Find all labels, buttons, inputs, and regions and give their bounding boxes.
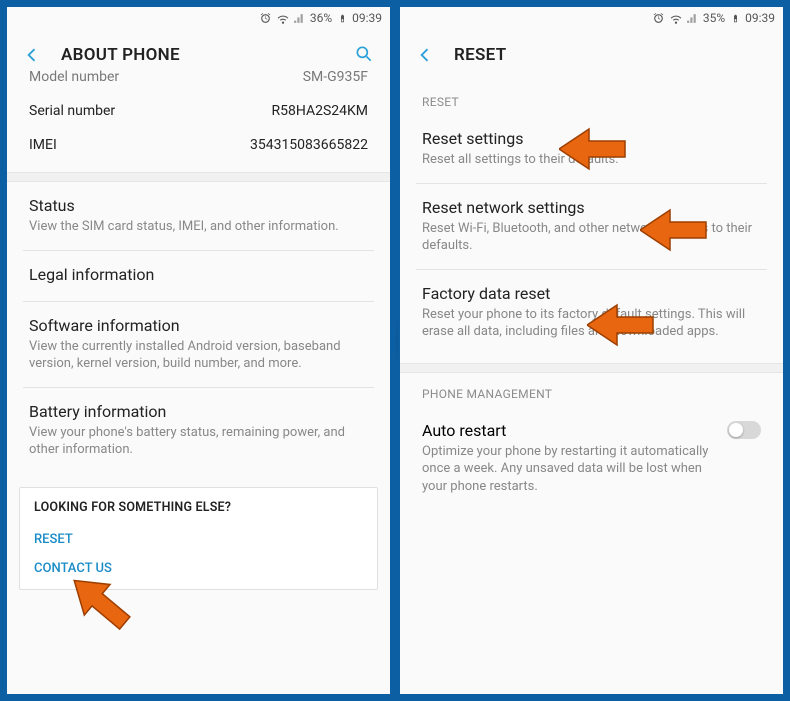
- item-reset-settings[interactable]: Reset settings Reset all settings to the…: [400, 115, 783, 183]
- item-desc: Reset all settings to their defaults.: [422, 151, 761, 169]
- signal-icon: [686, 11, 700, 25]
- row-model[interactable]: Model number SM-G935F: [7, 69, 390, 94]
- looking-for-box: LOOKING FOR SOMETHING ELSE? RESET CONTAC…: [19, 487, 378, 590]
- label: Serial number: [29, 103, 115, 119]
- battery-icon: [728, 11, 742, 25]
- alarm-icon: [652, 11, 666, 25]
- search-icon[interactable]: [354, 44, 376, 66]
- clock-text: 09:39: [745, 11, 775, 25]
- item-desc: View the currently installed Android ver…: [29, 338, 368, 373]
- item-desc: View your phone's battery status, remain…: [29, 424, 368, 459]
- status-bar: 36% 09:39: [7, 7, 390, 29]
- section-phone-mgmt: PHONE MANAGEMENT: [400, 373, 783, 407]
- page-title: ABOUT PHONE: [61, 45, 180, 65]
- clock-text: 09:39: [352, 11, 382, 25]
- status-bar: 35% 09:39: [400, 7, 783, 29]
- item-title: Battery information: [29, 402, 368, 421]
- wifi-icon: [669, 11, 683, 25]
- value: R58HA2S24KM: [271, 103, 368, 119]
- item-auto-restart[interactable]: Auto restart Optimize your phone by rest…: [400, 407, 783, 510]
- signal-icon: [293, 11, 307, 25]
- item-battery[interactable]: Battery information View your phone's ba…: [7, 388, 390, 473]
- battery-icon: [335, 11, 349, 25]
- reset-link[interactable]: RESET: [34, 525, 363, 554]
- item-legal[interactable]: Legal information: [7, 251, 390, 301]
- back-icon[interactable]: [21, 44, 43, 66]
- item-title: Factory data reset: [422, 284, 761, 303]
- value: 354315083665822: [250, 137, 368, 153]
- value: SM-G935F: [303, 69, 368, 85]
- item-factory-reset[interactable]: Factory data reset Reset your phone to i…: [400, 270, 783, 355]
- content-area: Model number SM-G935F Serial number R58H…: [7, 69, 390, 694]
- item-title: Software information: [29, 316, 368, 335]
- item-reset-network[interactable]: Reset network settings Reset Wi-Fi, Blue…: [400, 184, 783, 269]
- item-software[interactable]: Software information View the currently …: [7, 302, 390, 387]
- divider: [7, 172, 390, 182]
- content-area: RESET Reset settings Reset all settings …: [400, 81, 783, 694]
- alarm-icon: [259, 11, 273, 25]
- item-desc: View the SIM card status, IMEI, and othe…: [29, 218, 368, 236]
- battery-percent: 35%: [703, 11, 725, 25]
- item-desc: Optimize your phone by restarting it aut…: [422, 443, 717, 496]
- row-imei[interactable]: IMEI 354315083665822: [7, 128, 390, 162]
- item-title: Reset settings: [422, 129, 761, 148]
- contact-us-link[interactable]: CONTACT US: [34, 554, 363, 583]
- wifi-icon: [276, 11, 290, 25]
- label: Model number: [29, 69, 119, 85]
- reset-screen: 35% 09:39 RESET RESET Reset settings Res…: [398, 5, 785, 696]
- item-title: Legal information: [29, 265, 368, 284]
- battery-percent: 36%: [310, 11, 332, 25]
- app-header: RESET: [400, 29, 783, 81]
- item-desc: Reset your phone to its factory default …: [422, 306, 761, 341]
- label: IMEI: [29, 137, 57, 153]
- divider: [400, 363, 783, 373]
- row-serial[interactable]: Serial number R58HA2S24KM: [7, 94, 390, 128]
- page-title: RESET: [454, 45, 506, 65]
- item-title: Auto restart: [422, 421, 717, 440]
- item-status[interactable]: Status View the SIM card status, IMEI, a…: [7, 182, 390, 250]
- about-phone-screen: 36% 09:39 ABOUT PHONE Model number SM-G9…: [5, 5, 392, 696]
- back-icon[interactable]: [414, 44, 436, 66]
- item-title: Status: [29, 196, 368, 215]
- section-reset: RESET: [400, 81, 783, 115]
- item-title: Reset network settings: [422, 198, 761, 217]
- item-desc: Reset Wi-Fi, Bluetooth, and other networ…: [422, 220, 761, 255]
- auto-restart-toggle[interactable]: [727, 421, 761, 439]
- looking-heading: LOOKING FOR SOMETHING ELSE?: [34, 500, 363, 515]
